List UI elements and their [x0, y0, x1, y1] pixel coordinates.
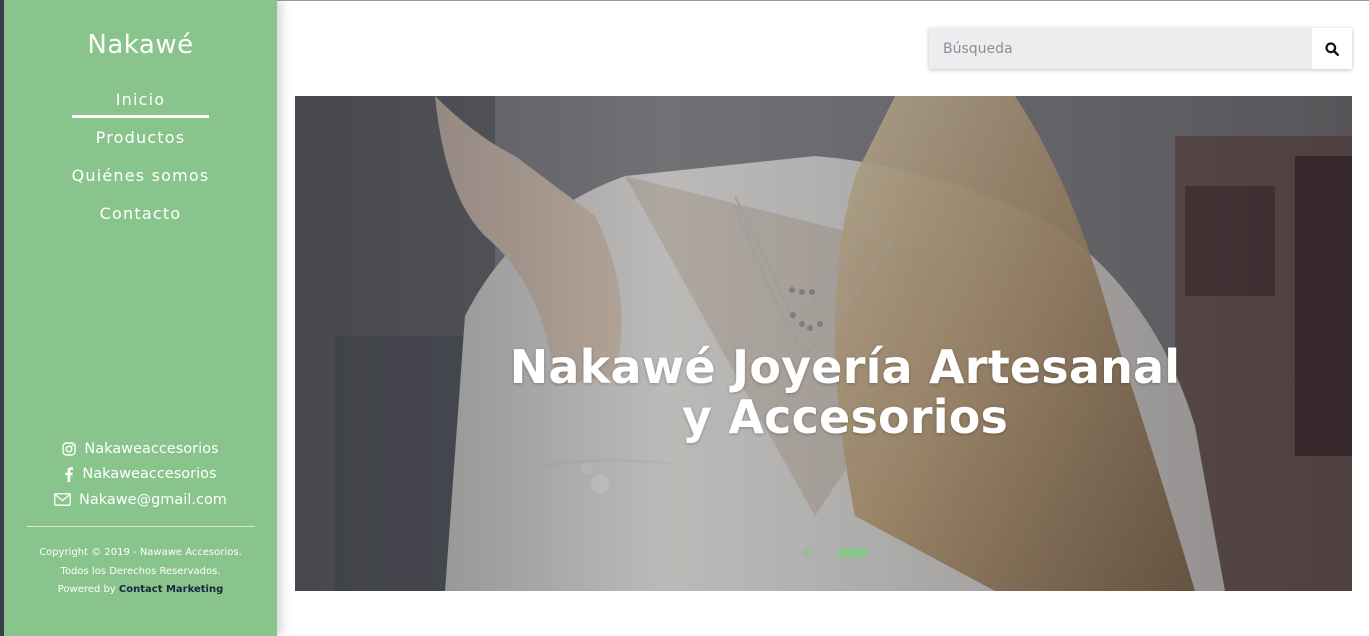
search-button[interactable] — [1312, 28, 1352, 69]
hero-title-line-2: y Accesorios — [681, 390, 1009, 444]
social-links: Nakaweaccesorios Nakaweaccesorios Nakawe… — [4, 436, 277, 513]
nav-item-label: Productos — [95, 128, 186, 147]
nav-item-label: Contacto — [99, 204, 182, 223]
nav-item-label: Inicio — [115, 90, 166, 109]
search-bar — [929, 28, 1352, 69]
powered-by-prefix: Powered by — [57, 584, 116, 595]
carousel-dot-1[interactable] — [802, 548, 812, 558]
carousel-indicators — [802, 548, 893, 558]
nav-item-label: Quiénes somos — [71, 166, 210, 185]
carousel-dot-2[interactable] — [837, 548, 868, 558]
search-icon — [1325, 41, 1339, 56]
instagram-label: Nakaweaccesorios — [84, 440, 219, 457]
powered-by: Powered by Contact Marketing — [4, 581, 277, 600]
copyright-text: Copyright © 2019 - Nawawe Accesorios. — [39, 547, 242, 558]
nav-item-quienes-somos[interactable]: Quiénes somos — [4, 164, 277, 202]
sidebar: Nakawé Inicio Productos Quiénes somos Co… — [4, 0, 277, 636]
contact-marketing-link[interactable]: Contact Marketing — [119, 584, 223, 595]
nav-item-inicio[interactable]: Inicio — [4, 88, 277, 126]
email-link[interactable]: Nakawe@gmail.com — [4, 487, 277, 513]
envelope-icon — [54, 493, 71, 507]
facebook-label: Nakaweaccesorios — [82, 466, 217, 483]
search-input[interactable] — [929, 28, 1312, 69]
instagram-link[interactable]: Nakaweaccesorios — [4, 436, 277, 462]
nav-item-productos[interactable]: Productos — [4, 126, 277, 164]
facebook-icon — [65, 466, 74, 482]
brand-logo[interactable]: Nakawé — [4, 30, 277, 60]
sidebar-divider — [27, 526, 255, 527]
main-nav: Inicio Productos Quiénes somos Contacto — [4, 88, 277, 240]
instagram-icon — [62, 442, 77, 456]
email-label: Nakawe@gmail.com — [79, 491, 227, 508]
facebook-link[interactable]: Nakaweaccesorios — [4, 462, 277, 488]
hero-carousel: Nakawé Joyería Artesanal y Accesorios — [295, 96, 1352, 591]
sidebar-footer: Copyright © 2019 - Nawawe Accesorios. To… — [4, 544, 277, 600]
hero-title-line-1: Nakawé Joyería Artesanal — [509, 340, 1181, 394]
active-nav-underline — [72, 115, 209, 118]
rights-text: Todos los Derechos Reservados. — [60, 565, 221, 577]
hero-title: Nakawé Joyería Artesanal y Accesorios — [295, 342, 1352, 442]
nav-item-contacto[interactable]: Contacto — [4, 202, 277, 240]
